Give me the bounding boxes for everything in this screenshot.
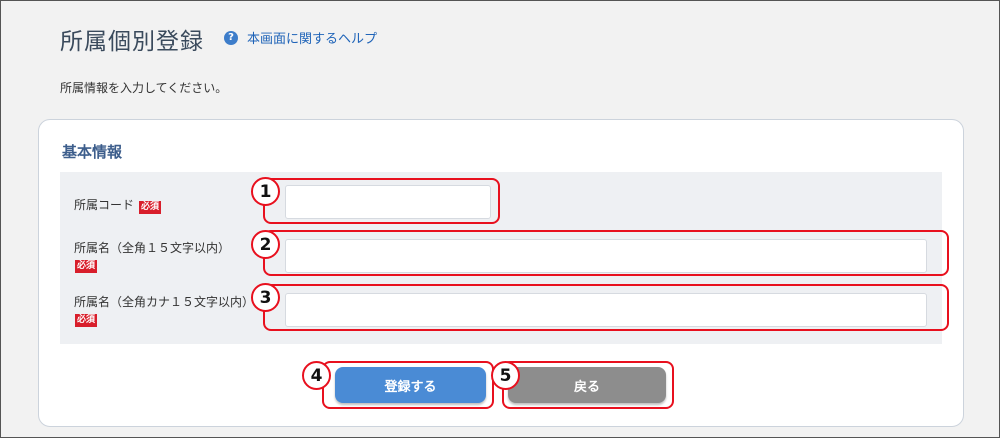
annotation-marker-2: 2 — [251, 230, 280, 259]
help-link[interactable]: ? 本画面に関するヘルプ — [224, 28, 377, 47]
field-label-affiliation-kana: 所属名（全角カナ１５文字以内） — [74, 295, 249, 309]
field-label-affiliation-name: 所属名（全角１５文字以内） — [74, 241, 231, 255]
required-badge: 必須 — [139, 201, 162, 214]
annotation-marker-3: 3 — [251, 283, 280, 312]
annotation-marker-4: 4 — [302, 361, 331, 390]
question-circle-icon: ? — [224, 30, 238, 45]
required-badge: 必須 — [75, 314, 98, 327]
required-badge: 必須 — [75, 260, 98, 273]
annotation-marker-1: 1 — [251, 177, 280, 206]
help-link-label: 本画面に関するヘルプ — [247, 32, 378, 47]
annotation-marker-5: 5 — [491, 361, 520, 390]
page-title: 所属個別登録 — [60, 29, 204, 55]
affiliation-code-input[interactable] — [285, 185, 491, 219]
affiliation-kana-input[interactable] — [285, 293, 927, 327]
page-description: 所属情報を入力してください。 — [60, 81, 228, 95]
field-label-text: 所属コード — [74, 198, 135, 212]
affiliation-name-input[interactable] — [285, 239, 927, 273]
register-button[interactable]: 登録する — [335, 367, 486, 403]
card-title: 基本情報 — [62, 143, 123, 161]
back-button[interactable]: 戻る — [508, 367, 666, 403]
field-label-affiliation-code: 所属コード 必須 — [74, 196, 162, 214]
